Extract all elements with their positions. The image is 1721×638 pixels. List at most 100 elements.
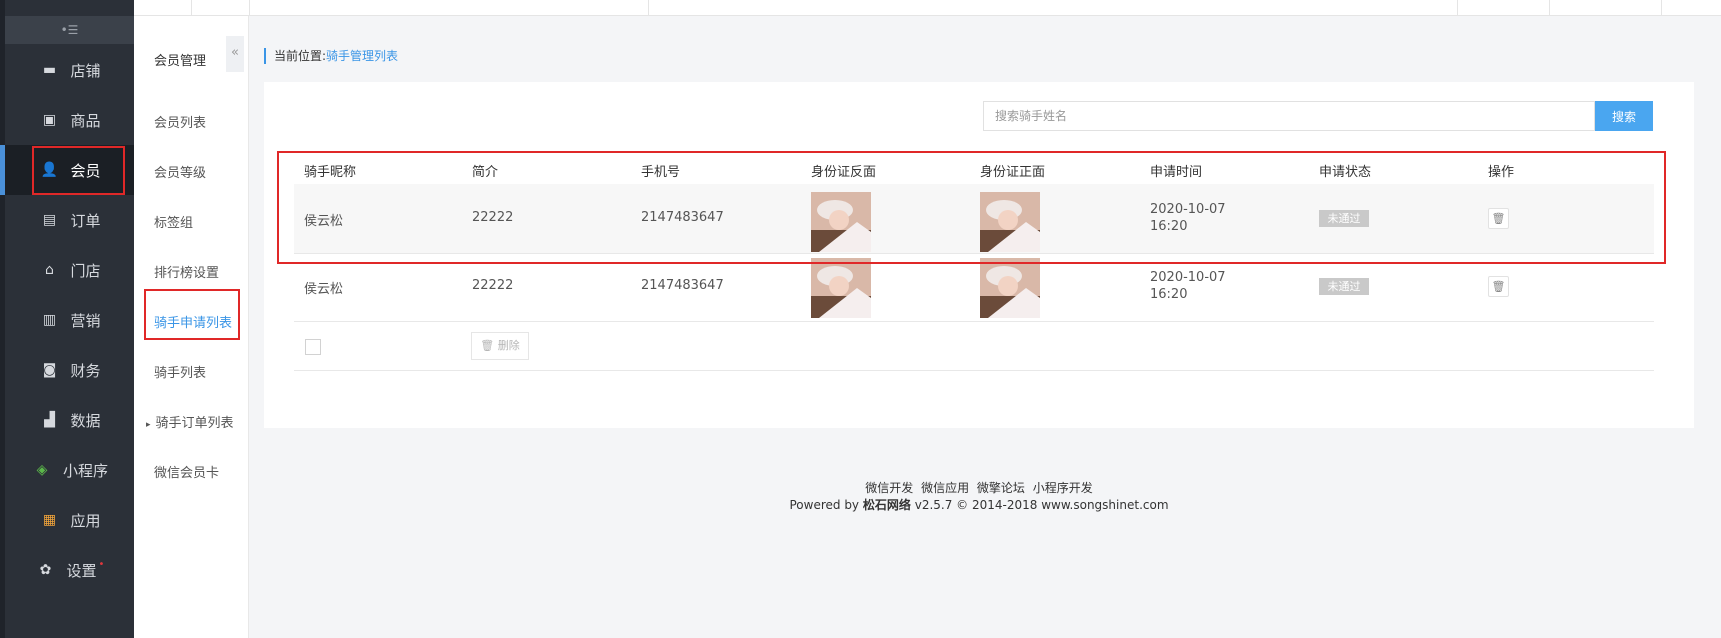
rider-phone: 2147483647	[641, 210, 724, 225]
sidebar-item-label: 小程序	[62, 461, 108, 480]
status-badge: 未通过	[1319, 210, 1369, 227]
search-input[interactable]	[983, 101, 1595, 131]
collapse-menu-icon[interactable]: •☰	[5, 16, 134, 44]
apply-date: 2020-10-07	[1150, 270, 1226, 285]
column-header: 申请状态	[1319, 165, 1372, 180]
footer-links: 微信开发 微信应用 微擎论坛 小程序开发	[264, 480, 1694, 497]
page-footer: 微信开发 微信应用 微擎论坛 小程序开发 Powered by 松石网络 v2.…	[264, 480, 1694, 514]
breadcrumb-current[interactable]: 骑手管理列表	[326, 49, 398, 63]
sidebar-item-finance[interactable]: ◙ 财务	[5, 345, 134, 395]
sidebar-item-label: 设置	[66, 561, 97, 580]
status-badge: 未通过	[1319, 278, 1369, 295]
footer-brand[interactable]: 松石网络	[863, 498, 911, 512]
footer-link[interactable]: 微擎论坛	[977, 481, 1025, 495]
sidebar-item-label: 应用	[70, 511, 101, 530]
sidebar-item-miniprogram[interactable]: ◈ 小程序	[5, 445, 134, 495]
sidebar-item-settings[interactable]: ✿ 设置 •	[5, 545, 134, 595]
notification-dot: •	[98, 559, 105, 570]
breadcrumb: 当前位置:骑手管理列表	[264, 48, 398, 64]
subnav-item-rider-orders[interactable]: ▸ 骑手订单列表	[146, 412, 234, 431]
sidebar-item-shop[interactable]: ⌂ 门店	[5, 245, 134, 295]
gear-icon: ✿	[39, 562, 52, 578]
column-header: 简介	[472, 165, 499, 180]
subnav-item-label: 骑手订单列表	[155, 416, 234, 431]
id-card-back-image[interactable]	[811, 258, 871, 318]
rider-intro: 22222	[472, 278, 514, 293]
subnav-item-rider-applications[interactable]: 骑手申请列表	[154, 312, 232, 331]
rider-intro: 22222	[472, 210, 514, 225]
header-divider	[191, 0, 192, 16]
subnav-item-rider-list[interactable]: 骑手列表	[154, 362, 206, 381]
apply-time: 16:20	[1150, 219, 1188, 234]
id-card-back-image[interactable]	[811, 192, 871, 252]
bulk-delete-button[interactable]: 🗑 删除	[471, 332, 529, 360]
rider-application-panel: 搜索 骑手昵称 简介 手机号 身份证反面 身份证正面 申请时间 申请状态 操作 …	[264, 82, 1694, 428]
footer-link[interactable]: 微信开发	[865, 481, 913, 495]
column-header: 手机号	[641, 165, 681, 180]
sidebar-item-goods[interactable]: ▣ 商品	[5, 95, 134, 145]
rider-name: 侯云松	[304, 282, 344, 297]
sidebar-item-apps[interactable]: ▦ 应用	[5, 495, 134, 545]
table-row: 侯云松 22222 2147483647 2020-10-07 16:20 未通…	[294, 184, 1654, 254]
rider-name: 侯云松	[304, 214, 344, 229]
footer-powered: Powered by 松石网络 v2.5.7 © 2014-2018 www.s…	[264, 497, 1694, 514]
trash-icon[interactable]: 🗑	[1488, 208, 1509, 229]
sidebar-item-label: 商品	[70, 111, 101, 130]
expand-triangle-icon: ▸	[146, 420, 151, 430]
sidebar-item-member[interactable]: 👤 会员	[5, 145, 134, 195]
sidebar-item-label: 财务	[70, 361, 101, 380]
member-subnav: 会员管理 « 会员列表 会员等级 标签组 排行榜设置 骑手申请列表 骑手列表 ▸…	[134, 16, 249, 638]
miniprogram-icon: ◈	[36, 462, 48, 478]
trash-icon: 🗑	[480, 339, 495, 352]
sidebar-item-store[interactable]: ▬ 店铺	[5, 45, 134, 95]
subnav-title: 会员管理	[154, 54, 207, 69]
breadcrumb-prefix: 当前位置:	[274, 49, 327, 63]
id-card-front-image[interactable]	[980, 192, 1040, 252]
store-icon: ▬	[42, 62, 57, 78]
bulk-delete-label: 删除	[497, 339, 520, 352]
table-header: 骑手昵称 简介 手机号 身份证反面 身份证正面 申请时间 申请状态 操作	[294, 154, 1654, 184]
bulk-actions-row: 🗑 删除	[294, 322, 1654, 371]
sidebar-item-marketing[interactable]: ▥ 营销	[5, 295, 134, 345]
subnav-item-wechat-card[interactable]: 微信会员卡	[154, 462, 219, 481]
column-header: 身份证反面	[811, 165, 877, 180]
id-card-front-image[interactable]	[980, 258, 1040, 318]
header-divider	[648, 0, 649, 16]
member-icon: 👤	[40, 162, 59, 178]
sidebar-item-label: 营销	[70, 311, 101, 330]
table-row: 侯云松 22222 2147483647 2020-10-07 16:20 未通…	[294, 254, 1654, 322]
rider-phone: 2147483647	[641, 278, 724, 293]
sidebar-item-label: 订单	[70, 211, 101, 230]
gift-icon: ▥	[42, 312, 57, 328]
subnav-item-tag-group[interactable]: 标签组	[154, 212, 193, 231]
powered-suffix: v2.5.7 © 2014-2018 www.songshinet.com	[914, 498, 1169, 512]
column-header: 骑手昵称	[304, 165, 357, 180]
header-divider	[1549, 0, 1550, 16]
column-header: 身份证正面	[980, 165, 1046, 180]
subnav-item-member-list[interactable]: 会员列表	[154, 112, 206, 131]
powered-prefix: Powered by	[789, 498, 860, 512]
fold-subnav-icon[interactable]: «	[226, 36, 244, 72]
footer-link[interactable]: 微信应用	[921, 481, 969, 495]
sidebar-item-label: 店铺	[70, 61, 101, 80]
header-divider	[1661, 0, 1662, 16]
shop-icon: ⌂	[45, 262, 54, 278]
column-header: 操作	[1488, 165, 1515, 180]
sidebar-item-label: 会员	[70, 161, 101, 180]
footer-link[interactable]: 小程序开发	[1033, 481, 1093, 495]
subnav-item-ranking[interactable]: 排行榜设置	[154, 262, 219, 281]
subnav-item-member-level[interactable]: 会员等级	[154, 162, 206, 181]
select-all-checkbox[interactable]	[305, 339, 321, 355]
apply-time: 16:20	[1150, 287, 1188, 302]
apps-icon: ▦	[42, 512, 57, 528]
main-sidebar: •☰ ▬ 店铺 ▣ 商品 👤 会员 ▤ 订单 ⌂ 门店 ▥ 营销 ◙ 财务 ▟ …	[0, 0, 134, 638]
top-header	[134, 0, 1721, 16]
header-divider	[249, 0, 250, 16]
goods-icon: ▣	[42, 112, 57, 128]
trash-icon[interactable]: 🗑	[1488, 276, 1509, 297]
sidebar-item-label: 门店	[70, 261, 101, 280]
sidebar-item-data[interactable]: ▟ 数据	[5, 395, 134, 445]
sidebar-item-order[interactable]: ▤ 订单	[5, 195, 134, 245]
search-button[interactable]: 搜索	[1595, 101, 1653, 131]
chart-icon: ▟	[44, 412, 55, 428]
